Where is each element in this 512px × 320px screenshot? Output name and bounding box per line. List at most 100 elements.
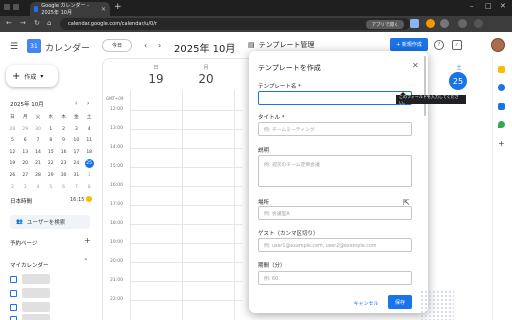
calendar-item[interactable] (10, 288, 50, 298)
search-users-input[interactable]: 👥 ユーザーを検索 (10, 215, 90, 229)
mini-day[interactable]: 26 (6, 170, 19, 182)
minimize-icon[interactable]: – (470, 2, 474, 10)
profile-menu-icon[interactable] (458, 19, 467, 28)
maximize-icon[interactable]: □ (485, 2, 492, 10)
day-number[interactable]: 19 (144, 72, 168, 86)
mini-day[interactable]: 14 (32, 147, 45, 159)
mini-day[interactable]: 28 (6, 124, 19, 136)
checkbox[interactable] (10, 315, 17, 320)
contacts-icon[interactable] (498, 103, 505, 110)
calendar-item[interactable] (10, 314, 50, 320)
dialog-scrollbar[interactable] (424, 56, 426, 116)
account-avatar[interactable] (491, 38, 505, 52)
collapse-icon[interactable]: ˄ (84, 258, 88, 266)
mini-day[interactable]: 3 (70, 124, 83, 136)
address-bar[interactable]: calendar.google.com/calendar/u/0/r (60, 18, 410, 30)
add-addon-icon[interactable]: + (498, 140, 505, 148)
save-button[interactable]: 保存 (388, 295, 412, 309)
mini-day[interactable]: 6 (19, 135, 32, 147)
day-number[interactable]: 20 (194, 72, 218, 86)
mini-day[interactable]: 12 (6, 147, 19, 159)
mini-day[interactable]: 1 (83, 170, 96, 182)
close-icon[interactable]: ✕ (412, 61, 419, 70)
mini-day[interactable]: 31 (70, 170, 83, 182)
mini-day[interactable]: 4 (32, 182, 45, 194)
mini-day[interactable]: 22 (44, 158, 57, 170)
maps-icon[interactable] (498, 121, 505, 128)
mini-day[interactable]: 15 (44, 147, 57, 159)
mini-day[interactable]: 1 (44, 124, 57, 136)
home-icon[interactable]: ⌂ (47, 19, 51, 27)
checkbox[interactable] (10, 275, 17, 283)
mini-day[interactable]: 30 (32, 124, 45, 136)
mini-day[interactable]: 7 (32, 135, 45, 147)
mini-next-icon[interactable]: › (87, 100, 89, 107)
mini-prev-icon[interactable]: ‹ (75, 100, 77, 107)
my-calendars-heading[interactable]: マイカレンダー (10, 261, 49, 269)
checkbox[interactable] (10, 303, 17, 311)
mini-day[interactable]: 30 (57, 170, 70, 182)
booking-pages-heading[interactable]: 予約ページ (10, 239, 37, 247)
mini-day[interactable]: 21 (32, 158, 45, 170)
window-menu[interactable] (4, 4, 24, 12)
open-in-app-button[interactable]: アプリで開く (366, 20, 404, 29)
template-name-input[interactable] (258, 91, 412, 105)
location-input[interactable]: 例: 会議室A (258, 206, 412, 220)
mini-day[interactable]: 6 (57, 182, 70, 194)
title-input[interactable]: 例: チームミーティング (258, 122, 412, 136)
mini-day[interactable]: 10 (70, 135, 83, 147)
mini-day[interactable]: 11 (83, 135, 96, 147)
mini-day[interactable]: 9 (57, 135, 70, 147)
today-day-number[interactable]: 25 (449, 72, 467, 90)
mini-day[interactable]: 7 (70, 182, 83, 194)
window-close-icon[interactable]: ✕ (500, 2, 506, 10)
mini-day[interactable]: 5 (6, 135, 19, 147)
bookmark-star-icon[interactable] (410, 19, 419, 28)
new-template-button[interactable]: + 新規作成 (390, 38, 428, 51)
mini-day-selected[interactable]: 25 (83, 158, 96, 170)
forward-icon[interactable]: → (20, 19, 26, 27)
mini-day[interactable]: 8 (83, 182, 96, 194)
calendar-item[interactable] (10, 302, 50, 312)
extensions-puzzle-icon[interactable] (440, 19, 449, 28)
duration-input[interactable]: 例: 60 (258, 271, 412, 285)
mini-day[interactable]: 5 (44, 182, 57, 194)
extension-icon[interactable] (426, 19, 435, 28)
mini-day[interactable]: 8 (44, 135, 57, 147)
checkbox[interactable] (10, 289, 17, 297)
browser-tab[interactable]: Google カレンダー - 2025年 10月 ✕ (30, 2, 110, 16)
tasks-icon[interactable]: ✓ (452, 40, 462, 50)
cancel-button[interactable]: キャンセル (352, 297, 380, 309)
mini-day[interactable]: 2 (57, 124, 70, 136)
help-icon[interactable]: ? (434, 40, 444, 50)
mini-day[interactable]: 29 (19, 124, 32, 136)
mini-day[interactable]: 4 (83, 124, 96, 136)
mini-day[interactable]: 13 (19, 147, 32, 159)
description-textarea[interactable]: 例: 週次のチーム定例会議 (258, 155, 412, 187)
create-button[interactable]: + 作成 ▾ (6, 65, 58, 87)
add-booking-icon[interactable]: + (84, 236, 91, 245)
mini-day[interactable]: 19 (6, 158, 19, 170)
mini-day[interactable]: 28 (32, 170, 45, 182)
tab-close-icon[interactable]: ✕ (101, 6, 106, 13)
mini-day[interactable]: 18 (83, 147, 96, 159)
back-icon[interactable]: ← (6, 19, 12, 27)
mini-day[interactable]: 29 (44, 170, 57, 182)
mini-day[interactable]: 24 (70, 158, 83, 170)
new-tab-icon[interactable]: + (114, 2, 122, 12)
next-period-icon[interactable]: › (158, 41, 161, 50)
reload-icon[interactable]: ↻ (34, 19, 40, 27)
mini-day[interactable]: 17 (70, 147, 83, 159)
today-button[interactable]: 今日 (102, 39, 132, 52)
tasks-rail-icon[interactable] (498, 84, 505, 91)
mini-day[interactable]: 23 (57, 158, 70, 170)
mini-day[interactable]: 3 (19, 182, 32, 194)
mini-day[interactable]: 20 (19, 158, 32, 170)
mini-day[interactable]: 27 (19, 170, 32, 182)
mini-day[interactable]: 2 (6, 182, 19, 194)
mini-day[interactable]: 16 (57, 147, 70, 159)
chrome-menu-icon[interactable] (474, 19, 483, 28)
previous-period-icon[interactable]: ‹ (144, 41, 147, 50)
keep-icon[interactable] (498, 66, 505, 73)
calendar-item[interactable] (10, 274, 50, 284)
